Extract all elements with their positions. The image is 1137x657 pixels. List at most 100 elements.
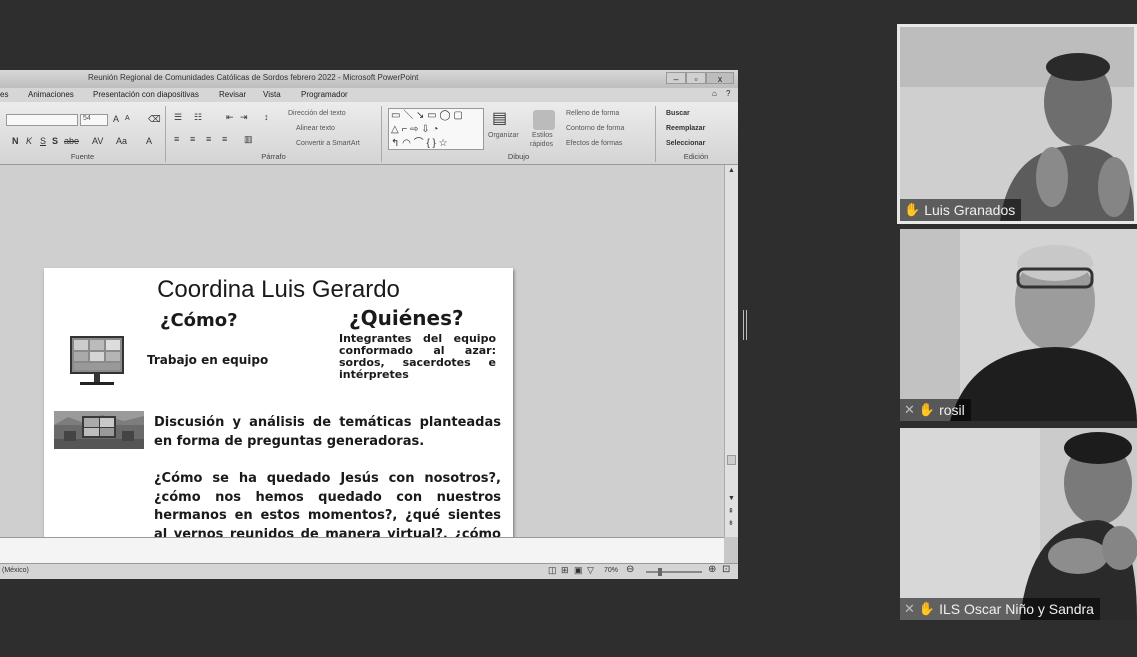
shrink-font-icon[interactable]: A	[125, 115, 130, 122]
minimize-button[interactable]: –	[666, 72, 686, 84]
drawing-group: ▭ ＼ ↘ ▭ ◯ ▢ △ ⌐ ⇨ ⇩ ◔ ↰ ◠ ⌒ { } ☆ ▤ Organi…	[382, 106, 656, 162]
slide-title: Coordina Luis Gerardo	[157, 276, 400, 303]
shape-outline-button[interactable]: Contorno de forma	[566, 125, 624, 132]
paragraph-group: ☰ ☷ ⇤ ⇥ ↕ ≡ ≡ ≡ ≡ ▥ Dirección del texto …	[166, 106, 382, 162]
bold-button[interactable]: N	[12, 136, 19, 146]
tab-slideshow[interactable]: Presentación con diapositivas	[93, 90, 199, 99]
zoom-track	[646, 571, 702, 573]
font-size-box[interactable]: 54	[80, 114, 108, 126]
video-tile-luis-granados[interactable]: ✋ Luis Granados	[897, 24, 1137, 224]
scroll-thumb[interactable]	[727, 455, 736, 465]
fit-to-window-icon[interactable]: ⊡	[722, 564, 730, 575]
align-text-button[interactable]: Alinear texto	[296, 125, 335, 132]
help-icon[interactable]: ?	[726, 89, 730, 98]
video-tile-ils-oscar[interactable]: ✕ ✋ ILS Oscar Niño y Sandra	[900, 428, 1137, 620]
participant-video	[900, 229, 1137, 421]
close-button[interactable]: x	[706, 72, 734, 84]
pin-icon: ✋	[918, 402, 936, 417]
justify-icon[interactable]: ≡	[222, 134, 227, 144]
participant-nametag: ✕ ✋ rosil	[900, 399, 971, 421]
participant-name: Luis Granados	[924, 202, 1016, 218]
participant-name: rosil	[939, 402, 965, 418]
trabajo-text: Trabajo en equipo	[147, 353, 269, 367]
tab-developer[interactable]: Programador	[301, 90, 348, 99]
char-spacing-button[interactable]: AV	[92, 136, 103, 146]
paragraph-group-label: Párrafo	[261, 152, 286, 161]
vertical-scrollbar[interactable]: ▲ ▼ ⇞ ⇟	[724, 165, 738, 537]
tab-animations[interactable]: Animaciones	[28, 90, 74, 99]
strikethrough-button[interactable]: abe	[64, 136, 79, 146]
numbering-icon[interactable]: ☷	[194, 112, 202, 123]
font-name-box[interactable]	[6, 114, 78, 126]
slideshow-view-icon[interactable]: ▽	[587, 565, 594, 576]
participant-video	[900, 27, 1134, 221]
ribbon-minimize-icon[interactable]: ⌂	[712, 89, 717, 98]
zoom-slider[interactable]	[638, 568, 708, 576]
align-center-icon[interactable]: ≡	[190, 134, 195, 144]
monitor-image	[70, 336, 124, 385]
quick-styles-icon[interactable]	[533, 110, 555, 130]
participant-nametag: ✕ ✋ ILS Oscar Niño y Sandra	[900, 598, 1100, 620]
smartart-button[interactable]: Convertir a SmartArt	[296, 140, 360, 147]
quienes-heading: ¿Quiénes?	[349, 306, 464, 330]
tab-view[interactable]: Vista	[263, 90, 281, 99]
notes-pane[interactable]	[0, 537, 724, 563]
shadow-button[interactable]: S	[52, 136, 58, 146]
slide[interactable]: Coordina Luis Gerardo ¿Cómo? ¿Quiénes? I…	[44, 268, 513, 579]
ribbon-tabs: es Animaciones Presentación con diaposit…	[0, 88, 738, 102]
discusion-text: Discusión y análisis de temáticas plante…	[154, 415, 501, 449]
restore-button[interactable]: ▫	[686, 72, 706, 84]
drawing-group-label: Dibujo	[507, 152, 530, 161]
scroll-down-icon[interactable]: ▼	[728, 495, 735, 502]
ribbon: 54 A A ⌫ N K S S abe AV Aa A Fuente ☰ ☷ …	[0, 102, 738, 165]
arrange-icon[interactable]: ▤	[492, 108, 507, 128]
video-tile-rosil[interactable]: ✕ ✋ rosil	[900, 229, 1137, 421]
change-case-button[interactable]: Aa	[116, 136, 127, 146]
next-slide-icon[interactable]: ⇟	[728, 519, 734, 527]
clear-format-icon[interactable]: ⌫	[148, 114, 161, 125]
normal-view-icon[interactable]: ◫	[548, 565, 557, 576]
muted-mic-icon: ✕	[904, 402, 915, 417]
shape-fill-button[interactable]: Relleno de forma	[566, 110, 619, 117]
quick-styles-label[interactable]: Estilos	[532, 132, 553, 139]
grow-font-icon[interactable]: A	[113, 114, 119, 124]
panel-resize-handle[interactable]	[743, 310, 747, 340]
status-bar: (México) ◫ ⊞ ▣ ▽ 70% ⊖ ⊕ ⊡	[0, 563, 738, 579]
font-color-button[interactable]: A	[146, 136, 152, 146]
quick-styles-label-2[interactable]: rápidos	[530, 141, 553, 148]
font-group-label: Fuente	[70, 152, 95, 161]
select-button[interactable]: Seleccionar	[666, 140, 705, 147]
increase-indent-icon[interactable]: ⇥	[240, 112, 248, 123]
line-spacing-icon[interactable]: ↕	[264, 112, 269, 122]
previous-slide-icon[interactable]: ⇞	[728, 507, 734, 515]
editing-group: Buscar Reemplazar Seleccionar Edición	[656, 106, 736, 162]
find-button[interactable]: Buscar	[666, 110, 690, 117]
replace-button[interactable]: Reemplazar	[666, 125, 705, 132]
underline-button[interactable]: S	[40, 136, 46, 146]
window-title: Reunión Regional de Comunidades Católica…	[88, 73, 419, 82]
align-left-icon[interactable]: ≡	[174, 134, 179, 144]
shapes-gallery[interactable]: ▭ ＼ ↘ ▭ ◯ ▢ △ ⌐ ⇨ ⇩ ◔ ↰ ◠ ⌒ { } ☆	[388, 108, 484, 150]
zoom-level[interactable]: 70%	[604, 567, 618, 574]
text-direction-button[interactable]: Dirección del texto	[288, 110, 346, 117]
zoom-out-icon[interactable]: ⊖	[626, 564, 634, 575]
pin-icon: ✋	[904, 202, 921, 217]
zoom-thumb[interactable]	[658, 568, 662, 576]
editing-group-label: Edición	[683, 152, 709, 161]
arrange-button[interactable]: Organizar	[488, 132, 519, 139]
decrease-indent-icon[interactable]: ⇤	[226, 112, 234, 123]
muted-mic-icon: ✕	[904, 601, 915, 616]
reading-view-icon[interactable]: ▣	[574, 565, 583, 576]
tab-review[interactable]: Revisar	[219, 90, 246, 99]
bullets-icon[interactable]: ☰	[174, 112, 182, 123]
slide-sorter-icon[interactable]: ⊞	[561, 565, 569, 576]
italic-button[interactable]: K	[26, 136, 32, 146]
meeting-image	[54, 411, 144, 449]
align-right-icon[interactable]: ≡	[206, 134, 211, 144]
tab-design[interactable]: es	[0, 90, 8, 99]
zoom-in-icon[interactable]: ⊕	[708, 564, 716, 575]
slide-editing-area[interactable]: Coordina Luis Gerardo ¿Cómo? ¿Quiénes? I…	[0, 165, 724, 579]
columns-icon[interactable]: ▥	[244, 134, 253, 145]
scroll-up-icon[interactable]: ▲	[728, 167, 735, 174]
shape-effects-button[interactable]: Efectos de formas	[566, 140, 622, 147]
